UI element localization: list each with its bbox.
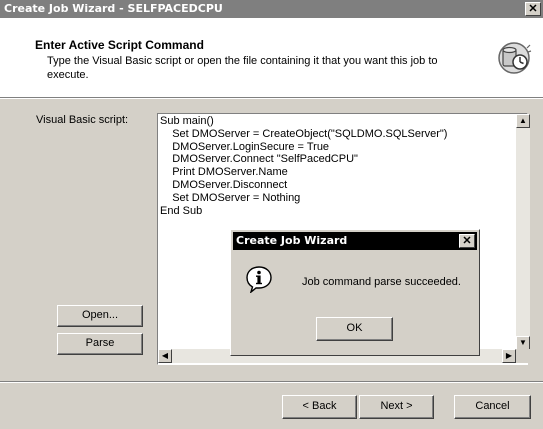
- scrollbar-corner: [516, 349, 530, 363]
- window-title-bar[interactable]: Create Job Wizard - SELFPACEDCPU ✕: [0, 0, 543, 18]
- window-title: Create Job Wizard - SELFPACEDCPU: [4, 2, 223, 15]
- dialog-close-button[interactable]: ✕: [459, 234, 475, 248]
- parse-result-dialog: Create Job Wizard ✕ Job command parse su…: [230, 229, 480, 356]
- script-wizard-icon: [498, 42, 532, 74]
- parse-button[interactable]: Parse: [57, 333, 143, 355]
- cancel-button-label: Cancel: [475, 400, 510, 412]
- cancel-button[interactable]: Cancel: [454, 395, 531, 419]
- script-label: Visual Basic script:: [36, 114, 129, 126]
- close-icon: ✕: [462, 235, 472, 247]
- dialog-message: Job command parse succeeded.: [302, 276, 461, 288]
- close-icon: ✕: [528, 3, 538, 15]
- next-button-label: Next >: [380, 400, 413, 412]
- arrow-right-icon: ▶: [505, 351, 513, 360]
- vertical-scrollbar[interactable]: ▲ ▼: [516, 114, 530, 350]
- wizard-header: Enter Active Script Command Type the Vis…: [0, 18, 543, 97]
- open-button[interactable]: Open...: [57, 305, 143, 327]
- scroll-up-button[interactable]: ▲: [516, 114, 530, 128]
- dialog-title: Create Job Wizard: [236, 234, 348, 247]
- scroll-left-button[interactable]: ◀: [158, 349, 172, 363]
- ok-button[interactable]: OK: [316, 317, 393, 341]
- header-separator: [0, 97, 543, 99]
- step-description: Type the Visual Basic script or open the…: [47, 55, 438, 81]
- step-heading: Enter Active Script Command: [35, 38, 204, 52]
- dialog-title-bar[interactable]: Create Job Wizard ✕: [233, 232, 477, 250]
- create-job-wizard-window: Create Job Wizard - SELFPACEDCPU ✕ Enter…: [0, 0, 543, 429]
- scroll-right-button[interactable]: ▶: [502, 349, 516, 363]
- footer-separator: [0, 381, 543, 383]
- arrow-left-icon: ◀: [161, 351, 169, 360]
- parse-button-label: Parse: [85, 337, 115, 349]
- ok-button-label: OK: [346, 322, 363, 334]
- open-button-label: Open...: [81, 309, 119, 321]
- information-icon: [246, 266, 272, 293]
- arrow-down-icon: ▼: [519, 338, 527, 347]
- scroll-down-button[interactable]: ▼: [516, 336, 530, 350]
- window-close-button[interactable]: ✕: [525, 2, 541, 16]
- back-button-label: < Back: [302, 400, 337, 412]
- back-button[interactable]: < Back: [282, 395, 357, 419]
- script-text[interactable]: Sub main() Set DMOServer = CreateObject(…: [160, 115, 447, 217]
- arrow-up-icon: ▲: [519, 116, 527, 125]
- next-button[interactable]: Next >: [359, 395, 434, 419]
